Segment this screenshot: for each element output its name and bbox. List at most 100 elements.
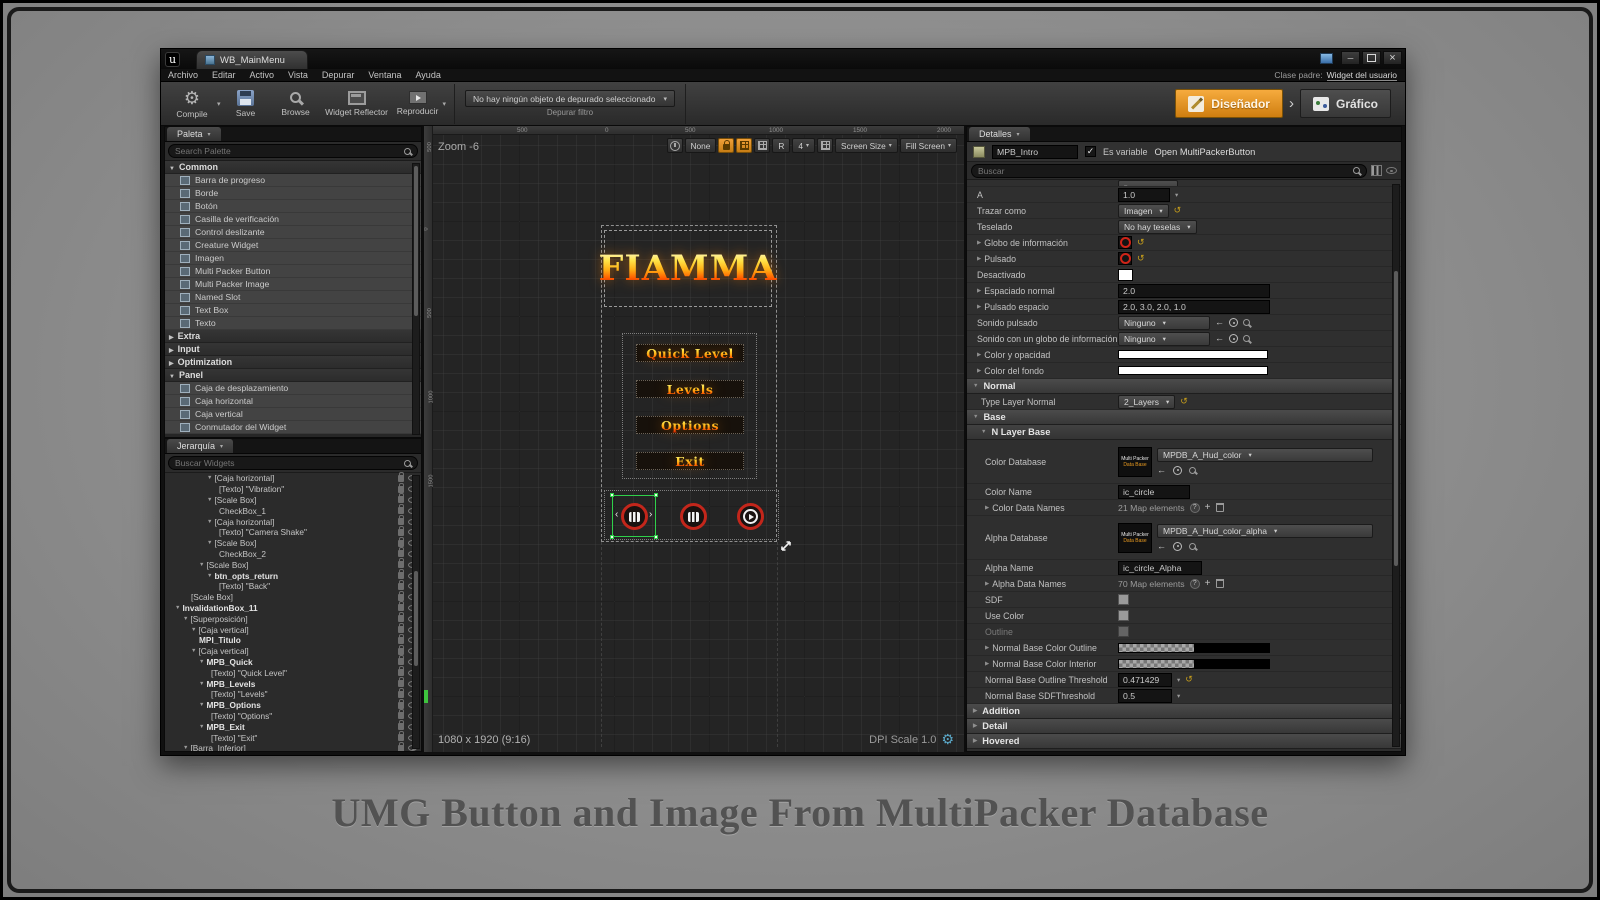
save-button[interactable]: Save	[221, 84, 271, 124]
color-database-dropdown[interactable]: MPDB_A_Hud_color	[1157, 448, 1373, 462]
lock-icon[interactable]	[398, 583, 404, 590]
exit-button[interactable]: Exit	[636, 452, 744, 470]
play-button[interactable]: Reproducir	[393, 84, 443, 124]
browse-to-asset-icon[interactable]	[1229, 334, 1238, 343]
search-icon[interactable]	[1189, 467, 1196, 474]
tree-row[interactable]: ▼[Scale Box]	[165, 495, 421, 506]
expand-icon[interactable]: ▶	[977, 240, 981, 246]
compile-button[interactable]: Compile	[167, 84, 217, 124]
tree-row[interactable]: ▼[Scale Box]	[165, 538, 421, 549]
draw-as-dropdown[interactable]: Imagen	[1118, 204, 1169, 218]
palette-item-named-slot[interactable]: Named Slot	[165, 291, 421, 304]
menu-vista[interactable]: Vista	[281, 70, 315, 80]
tree-row[interactable]: ▼MPB_Exit	[165, 721, 421, 732]
lock-icon[interactable]	[398, 637, 404, 644]
sdf-checkbox[interactable]	[1118, 594, 1129, 605]
palette-item-slider[interactable]: Control deslizante	[165, 226, 421, 239]
expand-icon[interactable]: ▶	[977, 304, 981, 310]
display-filter-eye-icon[interactable]	[1386, 167, 1397, 174]
lock-icon[interactable]	[398, 540, 404, 547]
selection-handle[interactable]	[654, 493, 658, 497]
lock-icon[interactable]	[398, 669, 404, 676]
widget-name-input[interactable]	[992, 145, 1078, 159]
tree-row[interactable]: CheckBox_1	[165, 505, 421, 516]
tree-row[interactable]: ▼[Caja horizontal]	[165, 516, 421, 527]
tree-row[interactable]: ▼[Caja horizontal]	[165, 473, 421, 484]
minimize-button[interactable]	[1341, 51, 1360, 65]
menu-editar[interactable]: Editar	[205, 70, 243, 80]
expander-icon[interactable]: ▼	[207, 540, 212, 546]
expander-icon[interactable]: ▼	[199, 724, 204, 730]
palette-item-scrollbox[interactable]: Caja de desplazamiento	[165, 382, 421, 395]
hierarchy-tab[interactable]: Jerarquía	[167, 439, 233, 453]
tree-row[interactable]: ▼btn_opts_return	[165, 570, 421, 581]
tree-row[interactable]: [Texto] "Exit"	[165, 732, 421, 743]
expander-icon[interactable]: ▼	[207, 573, 212, 579]
palette-group-input[interactable]: Input	[165, 343, 421, 356]
reset-to-default-icon[interactable]	[1180, 396, 1188, 407]
sdf-threshold-input[interactable]	[1118, 689, 1172, 703]
lock-icon[interactable]	[398, 680, 404, 687]
expander-icon[interactable]: ▼	[199, 562, 204, 568]
screen-size-dropdown[interactable]: Screen Size	[835, 138, 898, 153]
lock-icon[interactable]	[398, 572, 404, 579]
delete-icon[interactable]	[1216, 503, 1224, 512]
section-n-layer-base[interactable]: ▼N Layer Base	[967, 425, 1401, 440]
alpha-database-dropdown[interactable]: MPDB_A_Hud_color_alpha	[1157, 524, 1373, 538]
browse-to-asset-icon[interactable]	[1229, 318, 1238, 327]
question-icon[interactable]	[1190, 503, 1200, 513]
tooltip-sound-dropdown[interactable]: Ninguno	[1118, 332, 1210, 346]
tree-row[interactable]: ▼MPB_Quick	[165, 657, 421, 668]
palette-item-vertical-box[interactable]: Caja vertical	[165, 408, 421, 421]
palette-item-creature-widget[interactable]: Creature Widget	[165, 239, 421, 252]
palette-tab[interactable]: Paleta	[167, 127, 221, 141]
a-value-input[interactable]	[1118, 188, 1170, 202]
layout-grid-button[interactable]	[817, 138, 833, 153]
multipacker-button-2[interactable]	[680, 503, 707, 530]
tree-row[interactable]: ▼MPB_Levels	[165, 678, 421, 689]
selection-handle[interactable]	[654, 535, 658, 539]
question-icon[interactable]	[1190, 579, 1200, 589]
palette-item-checkbox[interactable]: Casilla de verificación	[165, 213, 421, 226]
levels-button[interactable]: Levels	[636, 380, 744, 398]
add-element-icon[interactable]	[1205, 579, 1211, 589]
section-hovered[interactable]: ▶Hovered	[967, 734, 1401, 749]
scrollbar-thumb[interactable]	[1394, 271, 1398, 566]
multipacker-button-3[interactable]	[737, 503, 764, 530]
outline-toggle-button[interactable]	[754, 138, 770, 153]
lock-icon[interactable]	[398, 507, 404, 514]
hierarchy-search-input[interactable]	[175, 458, 400, 468]
use-selected-icon[interactable]	[1215, 333, 1224, 344]
lock-icon[interactable]	[398, 529, 404, 536]
palette-item-progress-bar[interactable]: Barra de progreso	[165, 174, 421, 187]
expander-icon[interactable]: ▼	[183, 745, 188, 751]
fill-screen-dropdown[interactable]: Fill Screen	[900, 138, 957, 153]
grid-size-button[interactable]: 4	[792, 138, 815, 153]
tree-row[interactable]: ▼[Barra_Inferior]	[165, 743, 421, 752]
lock-icon[interactable]	[398, 648, 404, 655]
delete-icon[interactable]	[1216, 579, 1224, 588]
tree-row[interactable]: ▼[Caja vertical]	[165, 624, 421, 635]
tree-row[interactable]: ▼InvalidationBox_11	[165, 603, 421, 614]
lock-icon[interactable]	[398, 615, 404, 622]
parent-class-link[interactable]: Widget del usuario	[1327, 70, 1397, 81]
widget-reflector-button[interactable]: Widget Reflector	[321, 84, 393, 124]
palette-item-text-box[interactable]: Text Box	[165, 304, 421, 317]
reset-to-default-icon[interactable]	[1137, 237, 1145, 248]
use-selected-icon[interactable]	[1157, 465, 1166, 476]
lock-icon[interactable]	[398, 745, 404, 752]
expand-icon[interactable]: ▶	[977, 288, 981, 294]
lock-icon[interactable]	[398, 626, 404, 633]
expander-icon[interactable]: ▼	[183, 616, 188, 622]
asset-tab[interactable]: WB_MainMenu	[196, 50, 308, 69]
tiling-dropdown[interactable]: No hay teselas	[1118, 220, 1197, 234]
lock-icon[interactable]	[398, 702, 404, 709]
expander-icon[interactable]: ▼	[207, 475, 212, 481]
rotation-button[interactable]: R	[772, 138, 790, 153]
spinner-caret-icon[interactable]	[1177, 690, 1180, 701]
lock-grid-button[interactable]	[718, 138, 734, 153]
section-detail[interactable]: ▶Detail	[967, 719, 1401, 734]
expander-icon[interactable]: ▼	[199, 681, 204, 687]
normal-spacing-input[interactable]	[1118, 284, 1270, 298]
palette-group-extra[interactable]: Extra	[165, 330, 421, 343]
